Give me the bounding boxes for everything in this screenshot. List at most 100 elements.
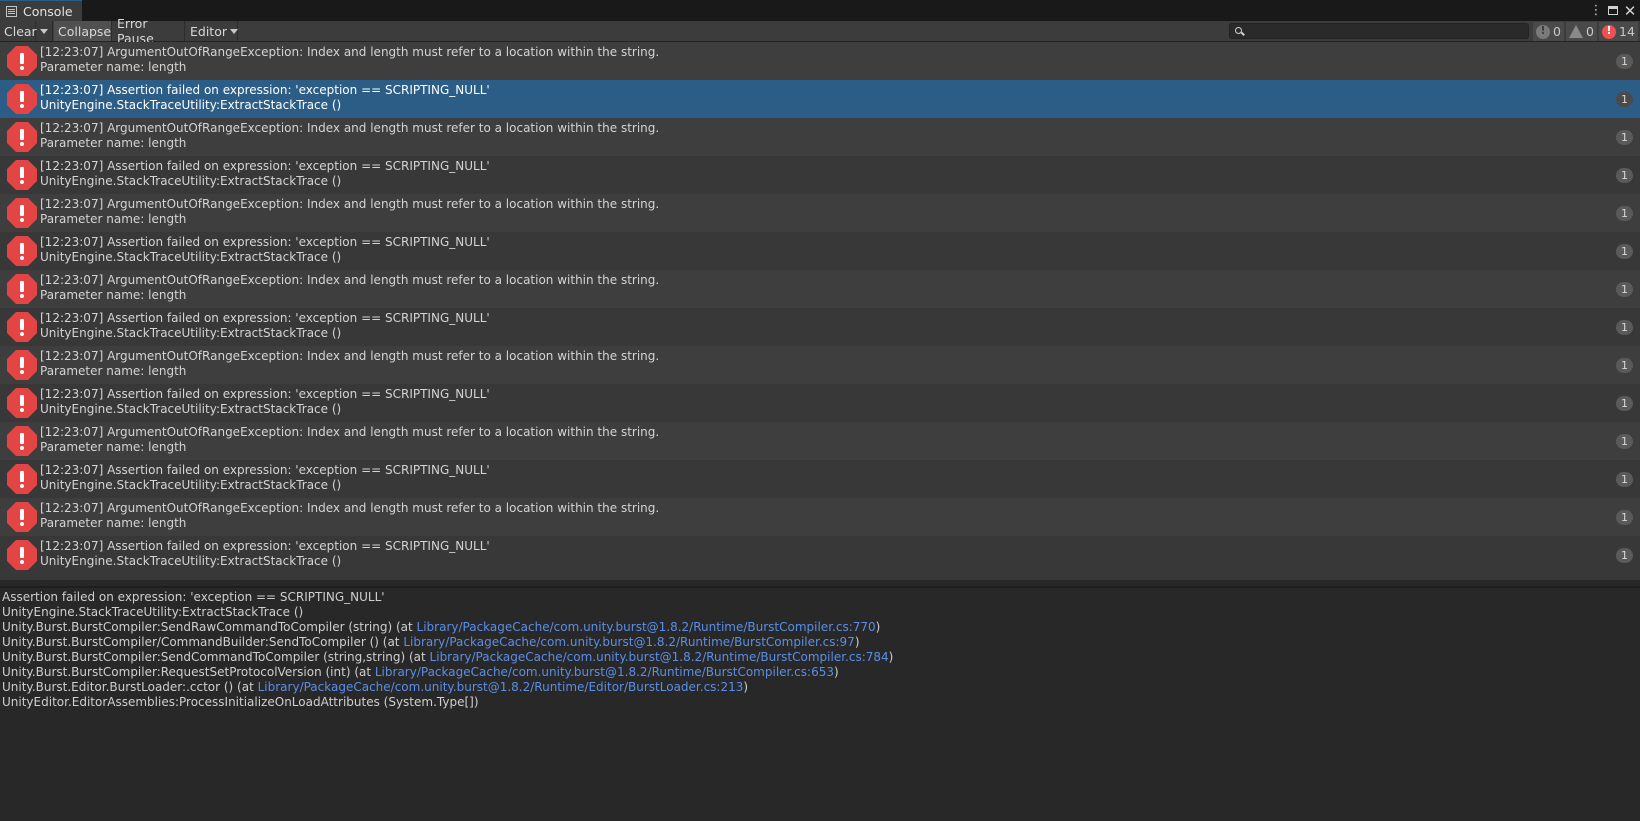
log-entry-detail: UnityEngine.StackTraceUtility:ExtractSta… <box>40 174 342 188</box>
log-entry-message: [12:23:07] ArgumentOutOfRangeException: … <box>40 45 660 59</box>
log-entry-row[interactable]: [12:23:07] Assertion failed on expressio… <box>0 80 1640 118</box>
collapse-toggle-label: Collapse <box>58 23 112 39</box>
error-icon <box>7 464 37 494</box>
stack-trace-text: Unity.Burst.BurstCompiler:SendCommandToC… <box>2 650 430 664</box>
error-icon <box>7 350 37 380</box>
chevron-down-icon <box>230 28 238 34</box>
log-entry-text: [12:23:07] Assertion failed on expressio… <box>40 235 490 265</box>
search-input[interactable] <box>1229 23 1529 39</box>
stack-trace-line: Unity.Burst.BurstCompiler/CommandBuilder… <box>2 635 1638 650</box>
log-entry-row[interactable]: [12:23:07] ArgumentOutOfRangeException: … <box>0 194 1640 232</box>
error-pause-toggle[interactable]: Error Pause <box>113 16 185 46</box>
stack-trace-suffix: ) <box>854 635 860 649</box>
log-entry-detail: UnityEngine.StackTraceUtility:ExtractSta… <box>40 554 342 568</box>
source-file-link[interactable]: Library/PackageCache/com.unity.burst@1.8… <box>430 650 889 664</box>
log-entry-row[interactable]: [12:23:07] ArgumentOutOfRangeException: … <box>0 346 1640 384</box>
log-entry-message: [12:23:07] Assertion failed on expressio… <box>40 311 490 325</box>
log-entry-row[interactable]: [12:23:07] Assertion failed on expressio… <box>0 460 1640 498</box>
stack-trace-line: UnityEditor.EditorAssemblies:ProcessInit… <box>2 695 1638 710</box>
error-icon <box>7 122 37 152</box>
title-bar: Console ⋮ ✕ <box>0 0 1640 21</box>
log-entry-row[interactable]: [12:23:07] ArgumentOutOfRangeException: … <box>0 42 1640 80</box>
error-icon <box>7 388 37 418</box>
log-entry-detail: UnityEngine.StackTraceUtility:ExtractSta… <box>40 402 342 416</box>
log-entry-message: [12:23:07] ArgumentOutOfRangeException: … <box>40 425 660 439</box>
editor-dropdown[interactable]: Editor <box>186 21 238 41</box>
console-toolbar: Clear Collapse Error Pause Editor 0 0 14 <box>0 16 1640 46</box>
log-entry-text: [12:23:07] Assertion failed on expressio… <box>40 159 490 189</box>
log-entry-message: [12:23:07] ArgumentOutOfRangeException: … <box>40 197 660 211</box>
stack-trace-panel[interactable]: Assertion failed on expression: 'excepti… <box>0 588 1640 821</box>
source-file-link[interactable]: Library/PackageCache/com.unity.burst@1.8… <box>403 635 854 649</box>
log-entry-text: [12:23:07] ArgumentOutOfRangeException: … <box>40 425 659 455</box>
log-entry-row[interactable]: [12:23:07] Assertion failed on expressio… <box>0 308 1640 346</box>
log-entry-message: [12:23:07] Assertion failed on expressio… <box>40 539 490 553</box>
log-entry-detail: UnityEngine.StackTraceUtility:ExtractSta… <box>40 250 342 264</box>
stack-trace-line: Unity.Burst.BurstCompiler:SendCommandToC… <box>2 650 1638 665</box>
tab-console[interactable]: Console <box>0 0 82 21</box>
more-options-icon[interactable]: ⋮ <box>1588 0 1604 21</box>
stack-trace-text: UnityEngine.StackTraceUtility:ExtractSta… <box>2 605 304 619</box>
log-entry-text: [12:23:07] Assertion failed on expressio… <box>40 387 490 417</box>
close-icon[interactable]: ✕ <box>1622 0 1638 21</box>
warning-count: 0 <box>1586 24 1594 39</box>
stack-trace-line: UnityEngine.StackTraceUtility:ExtractSta… <box>2 605 1638 620</box>
source-file-link[interactable]: Library/PackageCache/com.unity.burst@1.8… <box>258 680 744 694</box>
collapse-count-badge: 1 <box>1616 358 1633 373</box>
log-entry-message: [12:23:07] ArgumentOutOfRangeException: … <box>40 273 660 287</box>
log-entry-message: [12:23:07] Assertion failed on expressio… <box>40 83 490 97</box>
clear-options-dropdown[interactable] <box>36 21 53 41</box>
log-entry-message: [12:23:07] ArgumentOutOfRangeException: … <box>40 349 660 363</box>
stack-trace-text: Unity.Burst.BurstCompiler:RequestSetProt… <box>2 665 375 679</box>
log-entry-row[interactable]: [12:23:07] ArgumentOutOfRangeException: … <box>0 422 1640 460</box>
log-entry-text: [12:23:07] ArgumentOutOfRangeException: … <box>40 501 659 531</box>
log-entry-text: [12:23:07] ArgumentOutOfRangeException: … <box>40 45 659 75</box>
log-entry-message: [12:23:07] Assertion failed on expressio… <box>40 159 490 173</box>
log-entry-detail: UnityEngine.StackTraceUtility:ExtractSta… <box>40 478 342 492</box>
log-entry-message: [12:23:07] ArgumentOutOfRangeException: … <box>40 501 660 515</box>
stack-trace-line: Assertion failed on expression: 'excepti… <box>2 590 1638 605</box>
log-entry-row[interactable]: [12:23:07] Assertion failed on expressio… <box>0 384 1640 422</box>
error-count: 14 <box>1619 24 1635 39</box>
maximize-icon[interactable] <box>1605 0 1621 21</box>
collapse-count-badge: 1 <box>1616 282 1633 297</box>
stack-trace-suffix: ) <box>888 650 894 664</box>
warning-filter-toggle[interactable]: 0 <box>1566 22 1597 41</box>
log-entry-detail: Parameter name: length <box>40 60 187 74</box>
log-entry-row[interactable]: [12:23:07] ArgumentOutOfRangeException: … <box>0 118 1640 156</box>
source-file-link[interactable]: Library/PackageCache/com.unity.burst@1.8… <box>375 665 834 679</box>
warning-icon <box>1569 25 1583 38</box>
log-entry-row[interactable]: [12:23:07] Assertion failed on expressio… <box>0 156 1640 194</box>
log-entry-row[interactable]: [12:23:07] Assertion failed on expressio… <box>0 536 1640 574</box>
error-filter-toggle[interactable]: 14 <box>1599 22 1638 41</box>
stack-trace-text: Unity.Burst.Editor.BurstLoader:.cctor ()… <box>2 680 258 694</box>
tab-console-label: Console <box>23 3 73 19</box>
log-list[interactable]: [12:23:07] ArgumentOutOfRangeException: … <box>0 42 1640 580</box>
collapse-count-badge: 1 <box>1616 244 1633 259</box>
info-filter-toggle[interactable]: 0 <box>1533 22 1564 41</box>
log-entry-text: [12:23:07] Assertion failed on expressio… <box>40 539 490 569</box>
log-entry-detail: Parameter name: length <box>40 212 187 226</box>
stack-trace-text: Assertion failed on expression: 'excepti… <box>2 590 385 604</box>
source-file-link[interactable]: Library/PackageCache/com.unity.burst@1.8… <box>417 620 876 634</box>
log-entry-row[interactable]: [12:23:07] ArgumentOutOfRangeException: … <box>0 270 1640 308</box>
log-entry-message: [12:23:07] Assertion failed on expressio… <box>40 463 490 477</box>
collapse-count-badge: 1 <box>1616 54 1633 69</box>
clear-button[interactable]: Clear <box>0 21 37 41</box>
collapse-count-badge: 1 <box>1616 130 1633 145</box>
collapse-count-badge: 1 <box>1616 168 1633 183</box>
stack-trace-suffix: ) <box>743 680 749 694</box>
collapse-toggle[interactable]: Collapse <box>54 21 112 41</box>
error-icon <box>7 160 37 190</box>
clear-button-label: Clear <box>4 23 37 39</box>
log-entry-text: [12:23:07] ArgumentOutOfRangeException: … <box>40 197 659 227</box>
collapse-count-badge: 1 <box>1616 434 1633 449</box>
log-entry-detail: Parameter name: length <box>40 136 187 150</box>
error-icon <box>7 198 37 228</box>
log-entry-detail: Parameter name: length <box>40 440 187 454</box>
log-entry-row[interactable]: [12:23:07] ArgumentOutOfRangeException: … <box>0 498 1640 536</box>
log-entry-text: [12:23:07] ArgumentOutOfRangeException: … <box>40 273 659 303</box>
log-entry-row[interactable]: [12:23:07] Assertion failed on expressio… <box>0 232 1640 270</box>
log-entry-message: [12:23:07] Assertion failed on expressio… <box>40 235 490 249</box>
stack-trace-line: Unity.Burst.Editor.BurstLoader:.cctor ()… <box>2 680 1638 695</box>
